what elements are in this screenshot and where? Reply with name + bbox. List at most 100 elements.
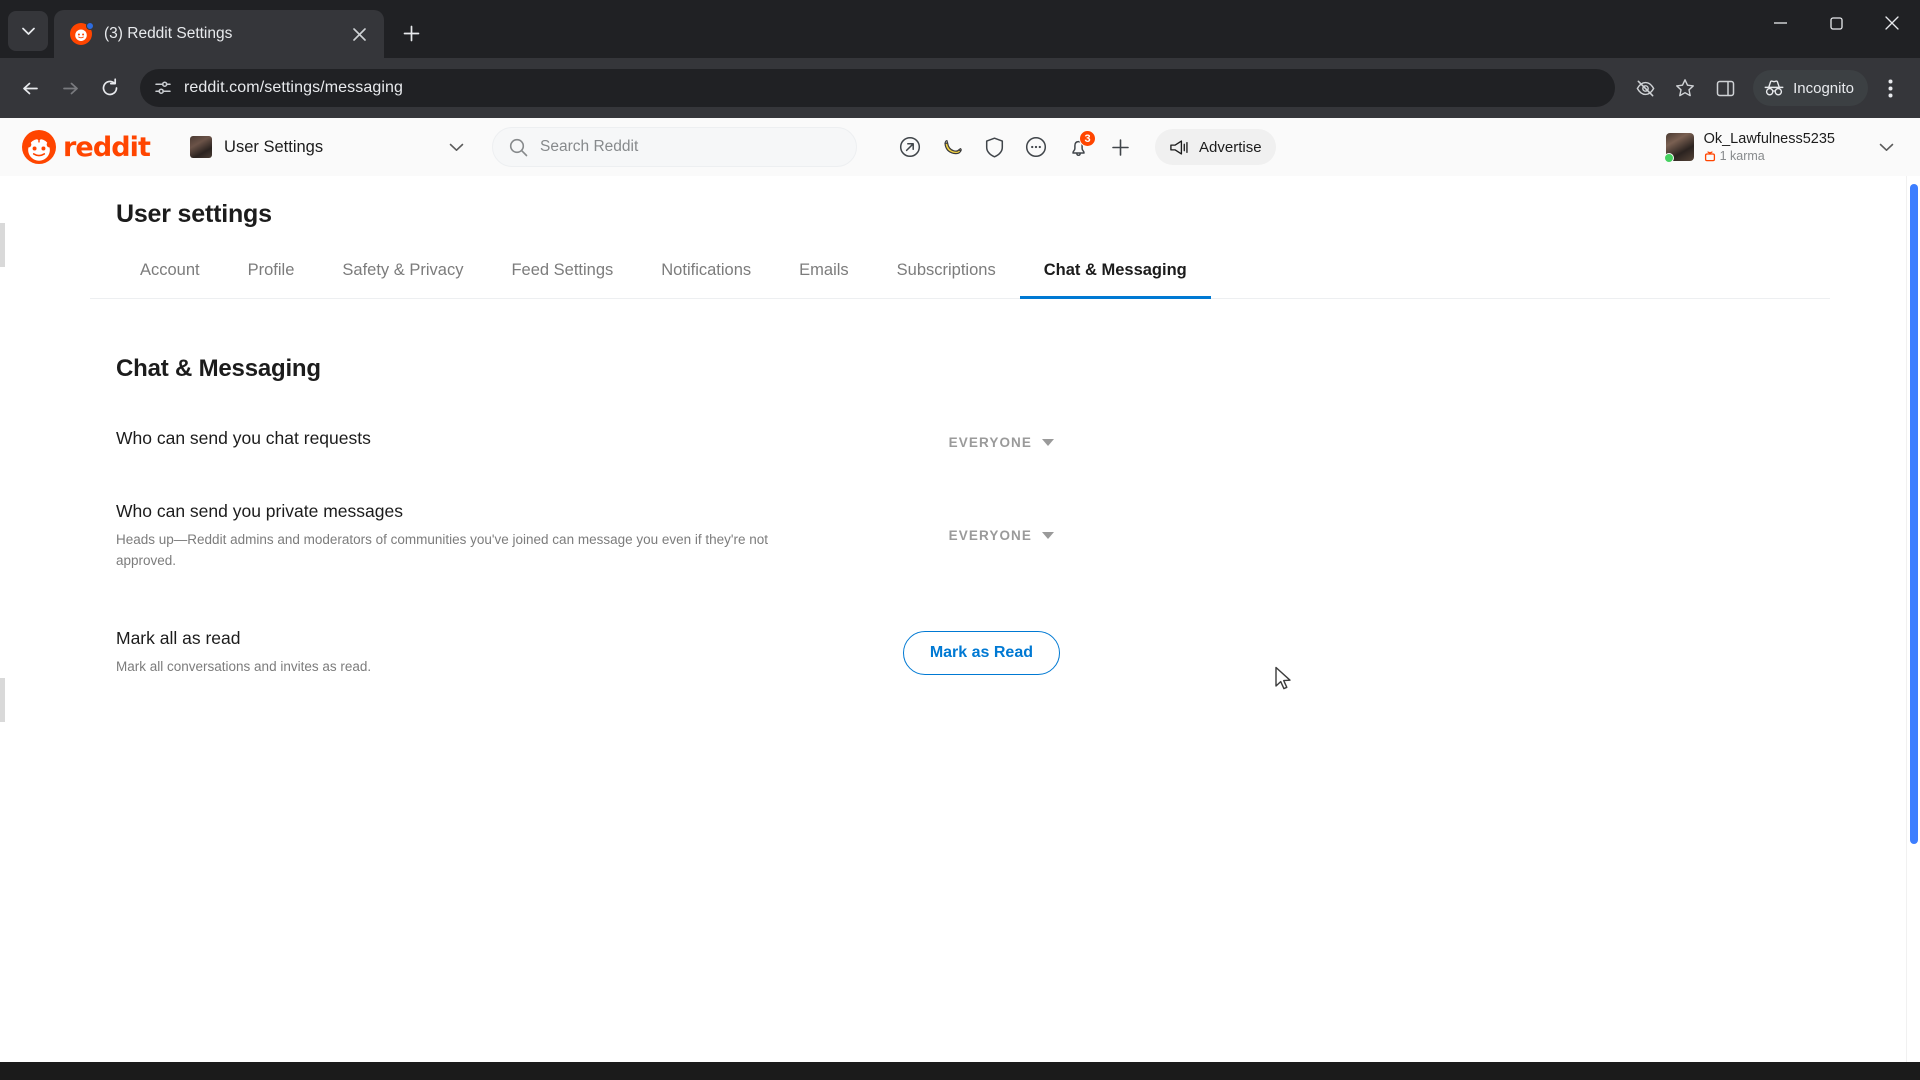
avatar xyxy=(1663,133,1694,163)
tab-subscriptions[interactable]: Subscriptions xyxy=(873,261,1020,299)
incognito-label: Incognito xyxy=(1793,79,1854,97)
forward-button[interactable] xyxy=(52,70,88,106)
reload-icon xyxy=(102,78,118,96)
tab-feed-settings[interactable]: Feed Settings xyxy=(487,261,637,299)
reload-button[interactable] xyxy=(92,70,128,106)
forward-arrow-icon xyxy=(62,82,78,94)
setting-right: EVERYONE xyxy=(943,500,1060,547)
megaphone-icon xyxy=(1170,139,1188,155)
browser-menu-button[interactable] xyxy=(1872,70,1908,106)
gold-banana-button[interactable] xyxy=(933,128,971,166)
page-title: User settings xyxy=(116,200,272,228)
online-status-dot xyxy=(1663,153,1674,163)
setting-row-private-messages: Who can send you private messages Heads … xyxy=(116,500,1060,571)
tab-emails[interactable]: Emails xyxy=(775,261,873,299)
chevron-down-icon xyxy=(21,27,35,35)
mod-shield-button[interactable] xyxy=(975,128,1013,166)
create-post-plus-icon xyxy=(1111,138,1129,156)
side-panel-button[interactable] xyxy=(1707,70,1743,106)
username: Ok_Lawfulness5235 xyxy=(1703,130,1835,147)
back-button[interactable] xyxy=(12,70,48,106)
user-menu[interactable]: Ok_Lawfulness5235 1 karma xyxy=(1658,125,1900,169)
back-arrow-icon xyxy=(22,82,38,94)
three-dot-menu-icon xyxy=(1888,79,1892,97)
setting-label: Who can send you chat requests xyxy=(116,428,371,448)
setting-row-chat-requests: Who can send you chat requests EVERYONE xyxy=(116,427,1060,454)
settings-page: User settings Account Profile Safety & P… xyxy=(0,176,1920,1080)
settings-content: Chat & Messaging Who can send you chat r… xyxy=(0,355,1060,678)
setting-right: Mark as Read xyxy=(902,627,1060,676)
tab-strip: (3) Reddit Settings xyxy=(0,0,1920,58)
setting-left: Who can send you chat requests xyxy=(116,427,371,451)
settings-tabs: Account Profile Safety & Privacy Feed Se… xyxy=(90,261,1830,299)
tab-account[interactable]: Account xyxy=(116,261,224,299)
minimize-button[interactable] xyxy=(1752,0,1808,46)
setting-right: EVERYONE xyxy=(943,427,1060,454)
community-switcher[interactable]: User Settings xyxy=(182,127,472,167)
chat-requests-dropdown[interactable]: EVERYONE xyxy=(943,431,1060,454)
reddit-header: reddit User Settings Search Reddit 3 Adv… xyxy=(0,118,1920,176)
tab-safety-privacy[interactable]: Safety & Privacy xyxy=(318,261,487,299)
reddit-snoo-icon xyxy=(22,130,56,164)
create-post-button[interactable] xyxy=(1101,128,1139,166)
setting-left: Mark all as read Mark all conversations … xyxy=(116,627,371,678)
tab-profile[interactable]: Profile xyxy=(224,261,319,299)
chevron-down-icon xyxy=(1042,439,1054,446)
tab-chat-messaging[interactable]: Chat & Messaging xyxy=(1019,261,1211,299)
chevron-down-icon xyxy=(1042,532,1054,539)
search-input[interactable] xyxy=(540,138,841,156)
header-nav-icons: 3 xyxy=(891,128,1139,166)
dropdown-value: EVERYONE xyxy=(948,528,1032,543)
search-bar[interactable] xyxy=(492,127,858,167)
window-close-icon xyxy=(1885,16,1899,30)
dropdown-value: EVERYONE xyxy=(948,435,1032,450)
window-controls xyxy=(1752,0,1920,46)
window-bottom-edge xyxy=(0,1062,1920,1080)
browser-window: (3) Reddit Settings reddit.com/settings/… xyxy=(0,0,1920,1080)
reddit-home-logo[interactable]: reddit xyxy=(22,130,151,164)
maximize-icon xyxy=(1829,16,1843,30)
browser-toolbar: reddit.com/settings/messaging Incognito xyxy=(0,58,1920,118)
advertise-label: Advertise xyxy=(1199,138,1262,156)
setting-description: Mark all conversations and invites as re… xyxy=(116,659,372,675)
tab-notifications[interactable]: Notifications xyxy=(637,261,775,299)
advertise-button[interactable]: Advertise xyxy=(1155,129,1276,165)
reddit-favicon xyxy=(70,22,94,45)
new-tab-button[interactable] xyxy=(394,16,428,50)
scrollbar-thumb[interactable] xyxy=(1910,184,1918,844)
page-scrollbar[interactable] xyxy=(1906,176,1920,1080)
plus-icon xyxy=(403,25,419,41)
reddit-wordmark: reddit xyxy=(63,131,151,163)
user-karma: 1 karma xyxy=(1704,149,1835,163)
minimize-icon xyxy=(1773,22,1787,24)
chat-button[interactable] xyxy=(1017,128,1055,166)
chevron-down-icon xyxy=(1879,143,1894,151)
maximize-button[interactable] xyxy=(1808,0,1864,46)
notifications-button[interactable]: 3 xyxy=(1059,128,1097,166)
chevron-down-icon xyxy=(449,143,464,151)
setting-left: Who can send you private messages Heads … xyxy=(116,500,776,571)
eye-off-icon xyxy=(1636,80,1655,96)
side-panel-icon xyxy=(1716,80,1734,96)
setting-description: Heads up—Reddit admins and moderators of… xyxy=(116,531,769,568)
address-bar[interactable]: reddit.com/settings/messaging xyxy=(140,69,1616,107)
user-info: Ok_Lawfulness5235 1 karma xyxy=(1704,131,1835,163)
private-messages-dropdown[interactable]: EVERYONE xyxy=(943,524,1060,547)
setting-label: Mark all as read xyxy=(116,628,241,649)
bookmark-button[interactable] xyxy=(1667,70,1703,106)
tracking-protection-button[interactable] xyxy=(1627,70,1663,106)
karma-icon xyxy=(1704,151,1715,162)
browser-tab[interactable]: (3) Reddit Settings xyxy=(54,10,384,58)
tab-search-button[interactable] xyxy=(8,11,48,51)
section-title: Chat & Messaging xyxy=(116,355,321,382)
window-close-button[interactable] xyxy=(1864,0,1920,46)
tab-close-button[interactable] xyxy=(346,21,372,47)
notifications-badge: 3 xyxy=(1079,130,1097,147)
star-icon xyxy=(1676,79,1695,97)
community-avatar xyxy=(190,136,213,158)
community-label: User Settings xyxy=(224,137,324,156)
popular-button[interactable] xyxy=(891,128,929,166)
popular-icon xyxy=(899,136,921,158)
mark-as-read-button[interactable]: Mark as Read xyxy=(902,631,1060,676)
incognito-indicator[interactable]: Incognito xyxy=(1753,70,1868,106)
